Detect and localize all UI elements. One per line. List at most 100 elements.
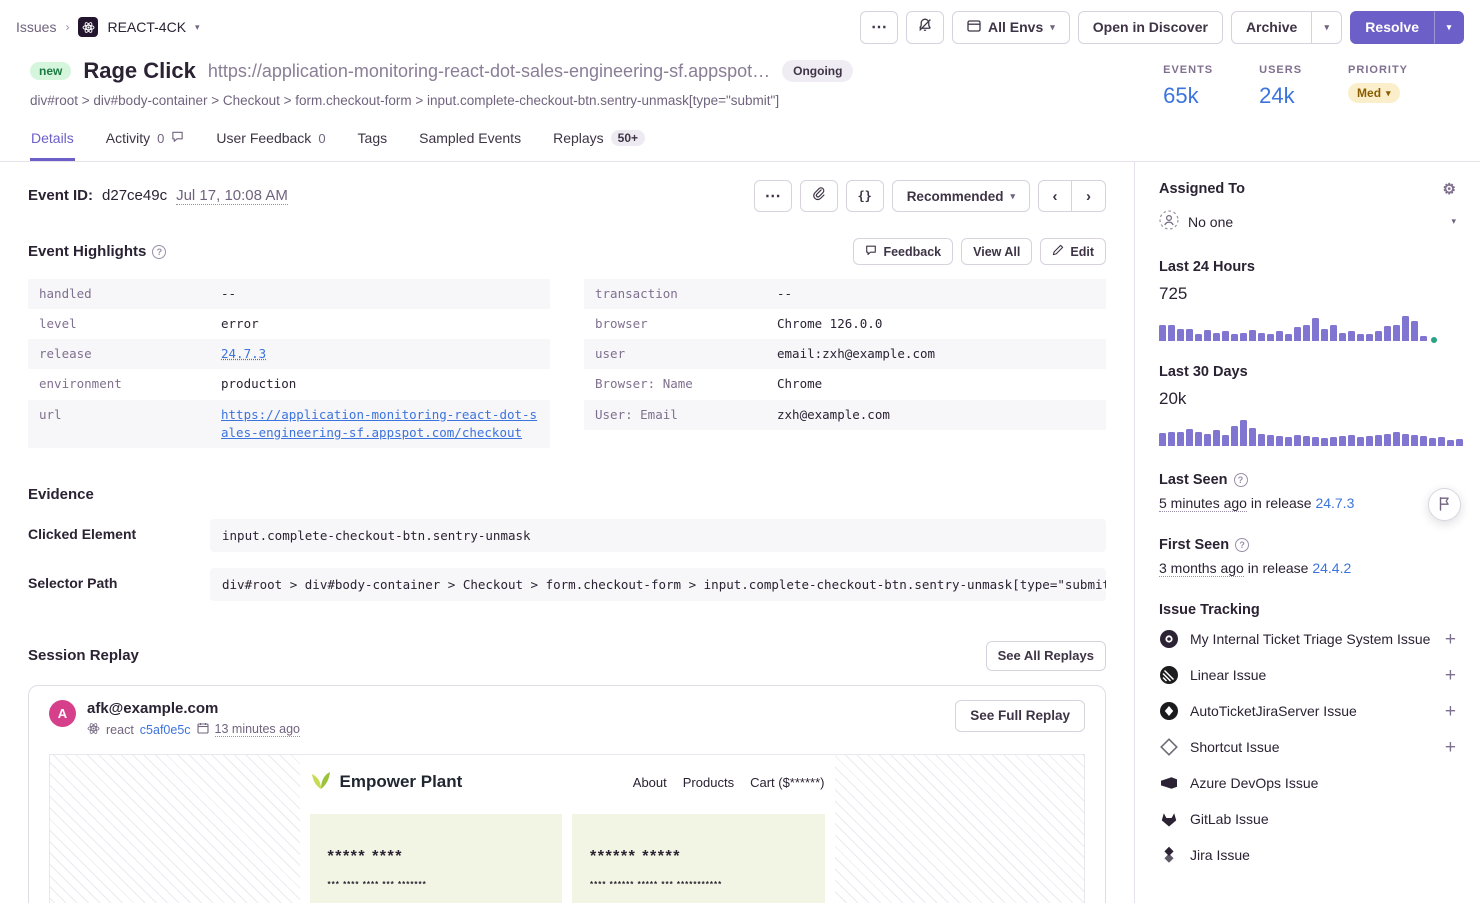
tab-replays-count: 50+ bbox=[611, 130, 645, 146]
feedback-float-button[interactable] bbox=[1428, 488, 1461, 521]
next-event-button[interactable]: › bbox=[1072, 180, 1106, 212]
more-actions-button[interactable]: ⋯ bbox=[860, 11, 898, 44]
status-badge: Ongoing bbox=[782, 60, 853, 82]
event-more-button[interactable]: ⋯ bbox=[754, 180, 792, 212]
evidence-row: Selector Path div#root > div#body-contai… bbox=[28, 568, 1106, 601]
chart-bar bbox=[1258, 333, 1265, 341]
release-link[interactable]: 24.7.3 bbox=[221, 345, 539, 363]
evidence-value: input.complete-checkout-btn.sentry-unmas… bbox=[210, 519, 1106, 552]
chart-bar bbox=[1420, 436, 1427, 446]
add-issue-button[interactable]: + bbox=[1445, 630, 1456, 649]
tab-replays[interactable]: Replays 50+ bbox=[552, 121, 646, 161]
chart-bar bbox=[1366, 334, 1373, 341]
avatar: A bbox=[49, 700, 76, 727]
azure-devops-icon bbox=[1159, 773, 1179, 793]
see-full-replay-button[interactable]: See Full Replay bbox=[955, 700, 1085, 732]
replay-preview[interactable]: Empower Plant About Products Cart ($****… bbox=[49, 754, 1085, 903]
breadcrumb-separator-icon: › bbox=[65, 20, 69, 34]
mute-notifications-button[interactable] bbox=[906, 11, 944, 44]
event-navigation-selector[interactable]: Recommended ▾ bbox=[892, 180, 1030, 212]
see-all-replays-button[interactable]: See All Replays bbox=[986, 641, 1106, 671]
chart-bar bbox=[1402, 316, 1409, 341]
chart-bar bbox=[1186, 429, 1193, 446]
tab-replays-label: Replays bbox=[553, 130, 604, 146]
open-in-discover-button[interactable]: Open in Discover bbox=[1078, 11, 1223, 44]
session-replay-title: Session Replay bbox=[28, 647, 139, 664]
tab-user-feedback[interactable]: User Feedback 0 bbox=[215, 121, 326, 161]
tab-tags[interactable]: Tags bbox=[357, 121, 389, 161]
table-row: release24.7.3 bbox=[28, 339, 550, 369]
chart-bar bbox=[1204, 434, 1211, 446]
tab-activity-label: Activity bbox=[106, 130, 150, 146]
first-seen-release-link[interactable]: 24.4.2 bbox=[1312, 560, 1351, 576]
archive-button[interactable]: Archive bbox=[1231, 11, 1312, 44]
last-seen-title: Last Seen bbox=[1159, 472, 1228, 488]
chart-bar bbox=[1186, 329, 1193, 341]
breadcrumb-issues-link[interactable]: Issues bbox=[16, 19, 56, 35]
help-icon[interactable]: ? bbox=[1235, 538, 1249, 552]
add-issue-button[interactable]: + bbox=[1445, 666, 1456, 685]
priority-selector[interactable]: Med ▾ bbox=[1348, 83, 1400, 103]
first-seen-text: in release bbox=[1248, 560, 1309, 576]
chart-bar bbox=[1447, 440, 1454, 446]
shortcut-icon bbox=[1159, 737, 1179, 757]
edit-button[interactable]: Edit bbox=[1040, 238, 1106, 265]
archive-dropdown-button[interactable]: ▾ bbox=[1312, 11, 1342, 44]
table-row: useremail:zxh@example.com bbox=[584, 339, 1106, 369]
first-seen-time[interactable]: 3 months ago bbox=[1159, 560, 1244, 577]
attachments-button[interactable] bbox=[800, 180, 838, 212]
environment-selector-button[interactable]: All Envs ▾ bbox=[952, 11, 1070, 44]
users-stat-value[interactable]: 24k bbox=[1259, 83, 1302, 109]
url-link[interactable]: https://application-monitoring-react-dot… bbox=[221, 406, 539, 442]
chart-bar bbox=[1222, 435, 1229, 446]
add-issue-button[interactable]: + bbox=[1445, 702, 1456, 721]
resolve-button[interactable]: Resolve bbox=[1350, 11, 1434, 44]
issue-tracking-section: Issue Tracking My Internal Ticket Triage… bbox=[1159, 602, 1456, 873]
events-stat-value[interactable]: 65k bbox=[1163, 83, 1213, 109]
chart-bar bbox=[1204, 330, 1211, 341]
event-pager: ‹ › bbox=[1038, 180, 1106, 212]
last-30d-count: 20k bbox=[1159, 389, 1456, 409]
project-platform-icon bbox=[78, 17, 98, 37]
issue-tracking-item: Azure DevOps Issue bbox=[1159, 765, 1456, 801]
add-issue-button[interactable]: + bbox=[1445, 738, 1456, 757]
breadcrumb-issue-id[interactable]: REACT-4CK bbox=[107, 19, 186, 35]
event-timestamp[interactable]: Jul 17, 10:08 AM bbox=[176, 187, 288, 205]
replay-user-email: afk@example.com bbox=[87, 700, 300, 717]
tab-details-label: Details bbox=[31, 130, 74, 146]
preview-brand-name: Empower Plant bbox=[340, 772, 463, 792]
assignee-selector[interactable]: No one ▾ bbox=[1159, 207, 1456, 236]
help-icon[interactable]: ? bbox=[1234, 473, 1248, 487]
previous-event-button[interactable]: ‹ bbox=[1038, 180, 1072, 212]
event-id-row: Event ID: d27ce49c Jul 17, 10:08 AM bbox=[28, 187, 288, 205]
tab-sampled-events[interactable]: Sampled Events bbox=[418, 121, 522, 161]
evidence-label: Clicked Element bbox=[28, 519, 210, 542]
replay-time-ago[interactable]: 13 minutes ago bbox=[215, 722, 300, 737]
replay-id-link[interactable]: c5af0e5c bbox=[140, 723, 191, 737]
last-seen-text: in release bbox=[1251, 495, 1312, 511]
resolve-dropdown-button[interactable]: ▾ bbox=[1434, 11, 1464, 44]
event-highlights-title: Event Highlights ? bbox=[28, 243, 166, 260]
last-seen-time[interactable]: 5 minutes ago bbox=[1159, 495, 1247, 512]
chart-bar bbox=[1348, 435, 1355, 446]
content: Event ID: d27ce49c Jul 17, 10:08 AM ⋯ {}… bbox=[0, 162, 1480, 903]
json-view-button[interactable]: {} bbox=[846, 180, 884, 212]
issue-url: https://application-monitoring-react-dot… bbox=[208, 61, 770, 82]
chart-bar bbox=[1321, 438, 1328, 446]
chevron-down-icon: ▾ bbox=[1325, 23, 1330, 32]
chevron-down-icon[interactable]: ▾ bbox=[195, 23, 200, 32]
last-24h-title: Last 24 Hours bbox=[1159, 259, 1255, 275]
view-all-button[interactable]: View All bbox=[961, 238, 1032, 265]
topbar: Issues › REACT-4CK ▾ ⋯ All Envs ▾ Open i… bbox=[0, 0, 1480, 54]
last-seen-release-link[interactable]: 24.7.3 bbox=[1315, 495, 1354, 511]
tab-details[interactable]: Details bbox=[30, 121, 75, 161]
event-id-value: d27ce49c bbox=[102, 187, 167, 204]
feedback-button[interactable]: Feedback bbox=[853, 238, 953, 265]
chevron-down-icon: ▾ bbox=[1010, 192, 1015, 201]
tab-activity[interactable]: Activity 0 bbox=[105, 121, 186, 161]
preview-product-title: ***** **** bbox=[328, 848, 545, 866]
help-icon[interactable]: ? bbox=[152, 245, 166, 259]
preview-nav-item: About bbox=[633, 775, 667, 790]
gear-icon[interactable]: ⚙ bbox=[1443, 180, 1456, 198]
new-badge: new bbox=[30, 62, 71, 80]
